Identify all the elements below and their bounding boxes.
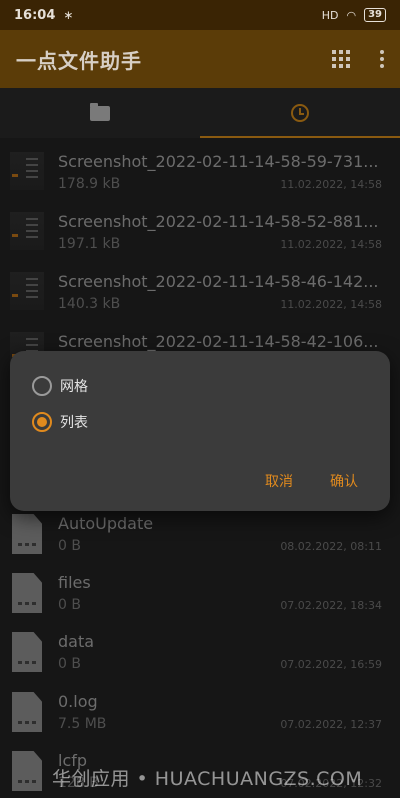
signal-icon: HD <box>321 8 339 22</box>
file-size: 0 B <box>58 597 81 613</box>
list-item[interactable]: Screenshot_2022-02-11-14-58-59-731... 17… <box>0 138 400 198</box>
file-size: 178.9 kB <box>58 176 121 192</box>
file-date: 07.02.2022, 18:34 <box>280 599 382 612</box>
view-mode-dialog: 网格 列表 取消 确认 <box>10 351 390 511</box>
file-name: Screenshot_2022-02-11-14-58-46-142... <box>58 272 379 291</box>
confirm-button[interactable]: 确认 <box>330 471 358 491</box>
clock-time: 16:04 <box>14 7 56 23</box>
file-size: 197.1 kB <box>58 236 121 252</box>
option-label: 网格 <box>60 379 88 395</box>
radio-button[interactable] <box>32 412 52 432</box>
file-date: 07.02.2022, 16:59 <box>280 658 382 671</box>
file-name: AutoUpdate <box>58 514 154 533</box>
file-name: Screenshot_2022-02-11-14-58-59-731... <box>58 152 379 171</box>
app-title: 一点文件助手 <box>16 48 142 73</box>
file-date: 11.02.2022, 14:58 <box>280 298 382 311</box>
file-size: 0 B <box>58 538 81 554</box>
cancel-button[interactable]: 取消 <box>265 471 293 491</box>
clock-icon <box>291 104 309 122</box>
list-item[interactable]: Screenshot_2022-02-11-14-58-46-142... 14… <box>0 258 400 318</box>
tab-recent[interactable] <box>200 88 400 138</box>
file-name: 0.log <box>58 692 98 711</box>
radio-button[interactable] <box>32 376 52 396</box>
file-date: 07.02.2022, 12:37 <box>280 718 382 731</box>
file-icon <box>12 632 42 672</box>
file-date: 11.02.2022, 14:58 <box>280 178 382 191</box>
file-name: data <box>58 632 95 651</box>
list-item[interactable]: data 0 B 07.02.2022, 16:59 <box>0 618 400 678</box>
tab-bar <box>0 88 400 138</box>
file-size: 0 B <box>58 656 81 672</box>
list-item[interactable]: files 0 B 07.02.2022, 18:34 <box>0 559 400 619</box>
file-icon <box>12 751 42 791</box>
file-size: 140.3 kB <box>58 296 121 312</box>
file-date: 08.02.2022, 08:11 <box>280 540 382 553</box>
app-bar: 一点文件助手 <box>0 30 400 88</box>
status-bar: 16:04 ∗ HD ◠ 39 <box>0 0 400 30</box>
option-grid[interactable]: 网格 <box>32 373 88 399</box>
watermark: 华创应用 • HUACHUANGZS.COM <box>52 768 363 790</box>
file-date: 11.02.2022, 14:58 <box>280 238 382 251</box>
image-thumbnail <box>10 152 44 190</box>
more-menu-icon[interactable] <box>380 50 384 68</box>
wifi-icon: ◠ <box>346 8 357 22</box>
image-thumbnail <box>10 212 44 250</box>
option-list[interactable]: 列表 <box>32 409 88 435</box>
bluetooth-icon: ∗ <box>63 8 74 22</box>
file-icon <box>12 514 42 554</box>
folder-icon <box>90 102 110 121</box>
file-name: Screenshot_2022-02-11-14-58-42-106... <box>58 332 379 351</box>
file-name: files <box>58 573 91 592</box>
file-size: 7.5 MB <box>58 716 107 732</box>
battery-icon: 39 <box>364 8 386 22</box>
file-name: Screenshot_2022-02-11-14-58-52-881... <box>58 212 379 231</box>
tab-files[interactable] <box>0 88 200 138</box>
file-icon <box>12 692 42 732</box>
grid-view-icon[interactable] <box>332 50 350 68</box>
option-label: 列表 <box>60 415 88 431</box>
list-item[interactable]: Screenshot_2022-02-11-14-58-52-881... 19… <box>0 198 400 258</box>
list-item[interactable]: 0.log 7.5 MB 07.02.2022, 12:37 <box>0 678 400 738</box>
image-thumbnail <box>10 272 44 310</box>
file-icon <box>12 573 42 613</box>
